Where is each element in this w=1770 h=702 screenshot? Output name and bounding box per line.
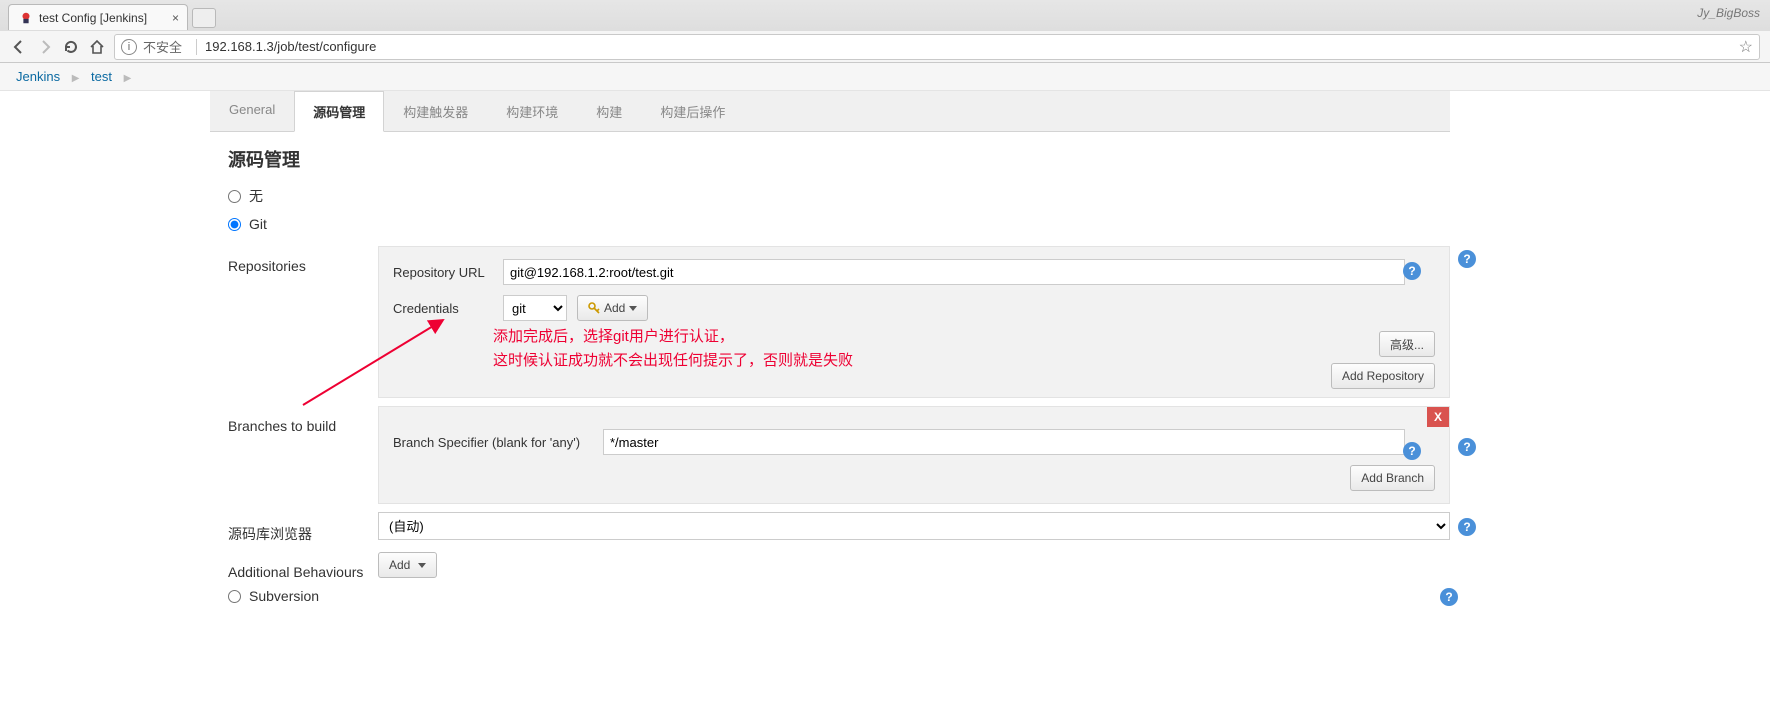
annotation-text: 添加完成后，选择git用户进行认证， 这时候认证成功就不会出现任何提示了，否则就…	[493, 325, 853, 373]
radio-none-label: 无	[249, 186, 263, 206]
help-icon[interactable]: ?	[1458, 438, 1476, 456]
radio-svn[interactable]	[228, 590, 241, 603]
scm-radio-svn[interactable]: Subversion	[228, 588, 1432, 604]
repo-url-label: Repository URL	[393, 265, 503, 280]
chrome-profile-name[interactable]: Jy_BigBoss	[1697, 6, 1760, 20]
not-secure-label: 不安全	[143, 37, 182, 56]
scm-radio-git[interactable]: Git	[228, 216, 1432, 232]
bookmark-star-icon[interactable]: ☆	[1739, 37, 1753, 57]
help-icon[interactable]: ?	[1458, 518, 1476, 536]
add-repository-button[interactable]: Add Repository	[1331, 363, 1435, 389]
radio-svn-label: Subversion	[249, 588, 319, 604]
section-title: 源码管理	[228, 146, 1432, 172]
repository-panel: Repository URL ? Credentials git Add	[378, 246, 1450, 398]
key-icon	[588, 302, 600, 314]
help-icon[interactable]: ?	[1403, 262, 1421, 280]
site-info-icon[interactable]: i	[121, 39, 137, 55]
help-icon[interactable]: ?	[1403, 442, 1421, 460]
caret-down-icon	[418, 563, 426, 568]
home-button[interactable]	[88, 38, 106, 56]
url-input[interactable]	[205, 39, 1739, 54]
credentials-label: Credentials	[393, 301, 503, 316]
add-repo-button-label: Add Repository	[1342, 369, 1424, 383]
new-tab-button[interactable]	[192, 8, 216, 28]
repo-browser-label: 源码库浏览器	[228, 512, 378, 544]
add-behaviour-label: Add	[389, 558, 410, 572]
annotation-line2: 这时候认证成功就不会出现任何提示了，否则就是失败	[493, 349, 853, 373]
credentials-add-button[interactable]: Add	[577, 295, 648, 321]
add-branch-button[interactable]: Add Branch	[1350, 465, 1435, 491]
repo-url-input[interactable]	[503, 259, 1405, 285]
branch-spec-input[interactable]	[603, 429, 1405, 455]
breadcrumb-test[interactable]: test	[91, 69, 112, 84]
chevron-right-icon: ▶	[124, 73, 132, 84]
help-icon[interactable]: ?	[1458, 250, 1476, 268]
caret-down-icon	[629, 306, 637, 311]
annotation-line1: 添加完成后，选择git用户进行认证，	[493, 325, 853, 349]
tab-build-env[interactable]: 构建环境	[487, 91, 577, 131]
scm-section: 源码管理 无 Git	[210, 132, 1450, 246]
chevron-right-icon: ▶	[72, 73, 80, 84]
branches-label: Branches to build	[228, 406, 378, 434]
scm-radio-none[interactable]: 无	[228, 186, 1432, 206]
add-behaviour-button[interactable]: Add	[378, 552, 437, 578]
branch-spec-label: Branch Specifier (blank for 'any')	[393, 435, 603, 450]
advanced-button-label: 高级...	[1390, 336, 1424, 353]
tab-post-build[interactable]: 构建后操作	[641, 91, 744, 131]
config-content: General 源码管理 构建触发器 构建环境 构建 构建后操作 源码管理 无 …	[210, 91, 1450, 618]
reload-button[interactable]	[62, 38, 80, 56]
favicon-jenkins	[19, 11, 33, 25]
add-branch-button-label: Add Branch	[1361, 471, 1424, 485]
add-button-label: Add	[604, 301, 625, 315]
browser-chrome: test Config [Jenkins] × Jy_BigBoss i 不安全…	[0, 0, 1770, 63]
breadcrumb: Jenkins ▶ test ▶	[0, 63, 1770, 91]
tab-close-icon[interactable]: ×	[172, 11, 179, 25]
branch-panel: X Branch Specifier (blank for 'any') ? A…	[378, 406, 1450, 504]
tab-build[interactable]: 构建	[577, 91, 641, 131]
radio-none[interactable]	[228, 190, 241, 203]
radio-git-label: Git	[249, 216, 267, 232]
help-icon[interactable]: ?	[1440, 588, 1458, 606]
breadcrumb-jenkins[interactable]: Jenkins	[16, 69, 60, 84]
browser-tab[interactable]: test Config [Jenkins] ×	[8, 4, 188, 30]
omnibox[interactable]: i 不安全 ☆	[114, 34, 1760, 60]
repositories-label: Repositories	[228, 246, 378, 274]
branches-row: Branches to build ? X Branch Specifier (…	[228, 406, 1450, 504]
omnibox-divider	[196, 39, 197, 55]
tab-general[interactable]: General	[210, 91, 294, 131]
forward-button[interactable]	[36, 38, 54, 56]
repo-browser-row: 源码库浏览器 ? (自动)	[228, 512, 1450, 544]
address-bar: i 不安全 ☆	[0, 30, 1770, 62]
radio-git[interactable]	[228, 218, 241, 231]
scm-svn-row: ? Subversion	[210, 588, 1450, 618]
tab-strip: test Config [Jenkins] × Jy_BigBoss	[0, 0, 1770, 30]
additional-behaviours-row: Additional Behaviours Add	[228, 552, 1450, 580]
repositories-row: Repositories ? Repository URL ? Credenti…	[228, 246, 1450, 398]
tab-title: test Config [Jenkins]	[39, 11, 147, 25]
config-tabs: General 源码管理 构建触发器 构建环境 构建 构建后操作	[210, 91, 1450, 132]
back-button[interactable]	[10, 38, 28, 56]
delete-branch-button[interactable]: X	[1427, 407, 1449, 427]
tab-triggers[interactable]: 构建触发器	[384, 91, 487, 131]
tab-scm[interactable]: 源码管理	[294, 91, 384, 132]
credentials-select[interactable]: git	[503, 295, 567, 321]
additional-label: Additional Behaviours	[228, 552, 378, 580]
repo-browser-select[interactable]: (自动)	[378, 512, 1450, 540]
advanced-button[interactable]: 高级...	[1379, 331, 1435, 357]
